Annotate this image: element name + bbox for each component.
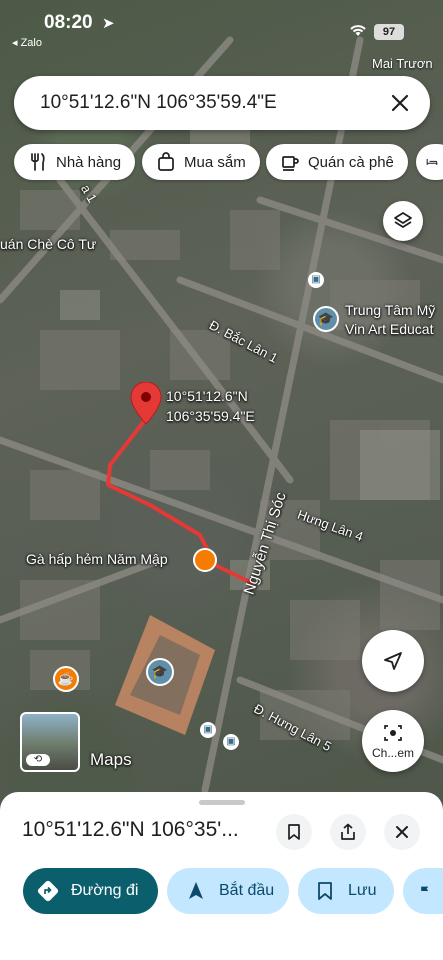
directions-label: Đường đi [71,882,139,899]
bookmark-icon [318,882,332,900]
chip-coffee[interactable]: Quán cà phê [266,144,408,180]
shopping-bag-icon [158,152,174,171]
chip-label: Quán cà phê [308,153,394,171]
close-icon[interactable] [388,91,412,115]
poi-label-top: Mai Trươn [372,56,433,71]
directions-button[interactable]: Đường đi [23,868,158,914]
rotate-360-icon: ⟲ [26,754,50,766]
pin-coordinate-label-lng: 106°35'59.4"E [166,408,255,424]
navigation-arrow-icon [189,882,203,899]
start-label: Bắt đầu [219,882,275,899]
share-icon [341,823,355,840]
coffee-marker-icon[interactable]: ☕ [53,666,79,692]
label-button[interactable] [403,868,443,914]
share-location-label: Ch...em [371,746,414,760]
street-view-thumbnail[interactable]: ⟲ [20,712,80,772]
back-to-app-link[interactable]: ◂ Zalo [12,36,42,49]
close-icon [396,826,408,838]
bus-stop-icon[interactable]: ▣ [200,722,216,738]
layers-icon [394,212,412,228]
start-button[interactable]: Bắt đầu [167,868,289,914]
close-sheet-button[interactable] [384,814,420,850]
status-bar: 08:20 ➤ ◂ Zalo 97 [0,0,443,50]
navigation-arrow-icon [384,652,402,670]
place-title: 10°51'12.6"N 106°35'... [22,818,239,841]
chip-shopping[interactable]: Mua sắm [142,144,260,180]
school-marker-2-icon[interactable]: 🎓 [146,658,174,686]
battery-indicator: 97 [374,24,404,40]
poi-label-school-1[interactable]: Trung Tâm Mỹ [345,302,435,318]
pin-coordinate-label-lat: 10°51'12.6"N [166,388,248,404]
chip-restaurants[interactable]: Nhà hàng [14,144,136,180]
chip-label: Mua sắm [184,153,246,171]
coffee-icon [282,156,299,171]
bookmark-icon [288,824,300,840]
poi-label-school-2[interactable]: Vin Art Educat [345,321,433,337]
search-bar[interactable]: 10°51'12.6"N 106°35'59.4"E [14,76,430,130]
location-pin-icon[interactable] [130,382,162,424]
status-time: 08:20 [44,12,93,33]
bed-icon [426,159,438,165]
wifi-icon [350,25,366,36]
school-marker-icon[interactable]: 🎓 [313,306,339,332]
poi-label-restaurant[interactable]: Gà hấp hẻm Năm Mập [26,551,168,567]
maps-watermark: Maps [90,750,132,769]
restaurant-icon [31,153,45,171]
flag-icon [421,886,429,896]
camera-scan-icon [384,725,402,741]
restaurant-marker-icon[interactable] [193,548,217,572]
bus-stop-icon[interactable]: ▣ [308,272,324,288]
directions-icon [37,880,59,902]
share-location-button[interactable]: Ch...em [362,710,424,772]
sheet-drag-handle[interactable] [199,800,245,805]
save-label: Lưu [348,882,377,899]
location-arrow-icon: ➤ [102,15,115,32]
bus-stop-icon[interactable]: ▣ [223,734,239,750]
save-button[interactable]: Lưu [298,868,394,914]
my-location-button[interactable] [362,630,424,692]
save-icon-button[interactable] [276,814,312,850]
share-button[interactable] [330,814,366,850]
chip-label: Nhà hàng [56,153,122,171]
search-query[interactable]: 10°51'12.6"N 106°35'59.4"E [40,92,277,114]
layers-button[interactable] [383,201,423,241]
poi-label-che-co-tu[interactable]: uán Chè Cô Tư [0,236,96,252]
